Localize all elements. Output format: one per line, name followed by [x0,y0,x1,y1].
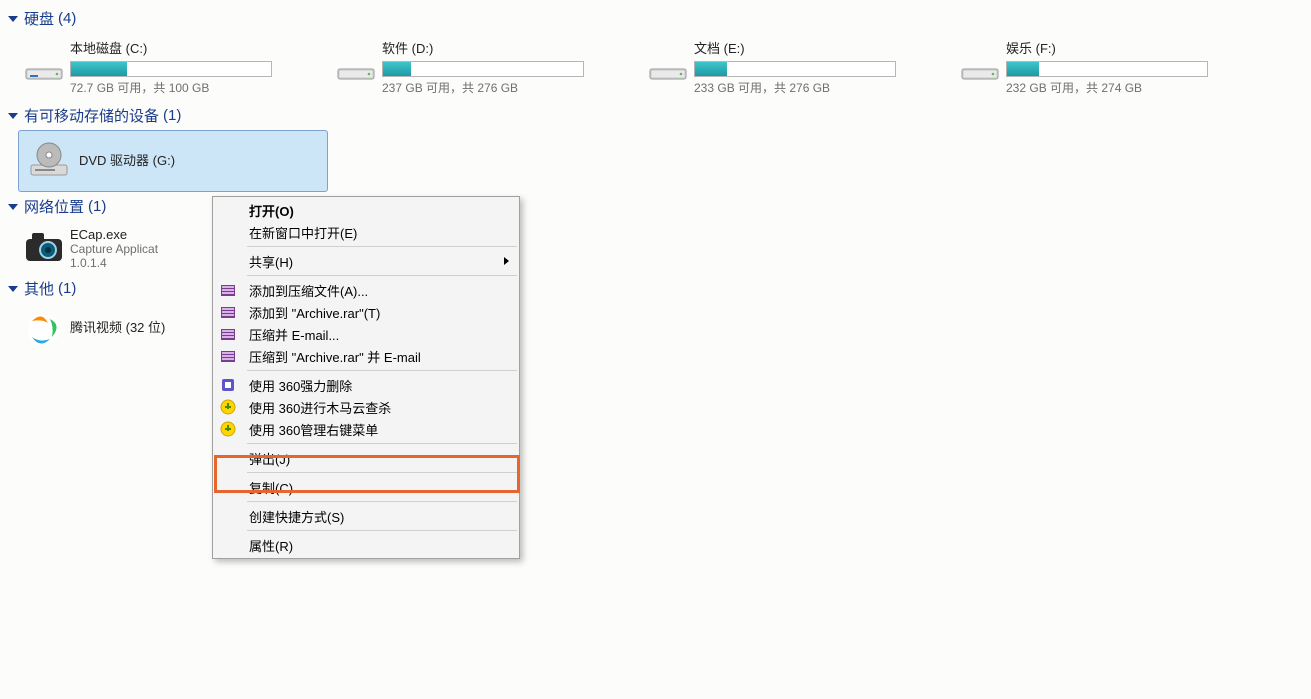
drive-stats: 237 GB 可用，共 276 GB [382,79,584,96]
group-header-network[interactable]: 网络位置 (1) [0,192,1311,221]
network-item-ecap[interactable]: ECap.exe Capture Applicat 1.0.1.4 [0,221,1311,274]
group-count-removable: (1) [163,107,181,124]
menu-copy[interactable]: 复制(C) [213,476,519,498]
group-title-other: 其他 [24,278,54,299]
collapse-arrow-icon [8,16,18,22]
menu-separator [247,501,517,502]
dvd-label: DVD 驱动器 (G:) [79,150,175,169]
group-title-hdd: 硬盘 [24,8,54,29]
collapse-arrow-icon [8,286,18,292]
context-menu: 打开(O) 在新窗口中打开(E) 共享(H) 添加到压缩文件(A)... 添加到… [212,196,520,559]
drive-d[interactable]: 软件 (D:) 237 GB 可用，共 276 GB [330,39,642,95]
tencent-video-icon [18,307,70,351]
menu-rar-archive-email[interactable]: 压缩到 "Archive.rar" 并 E-mail [213,345,519,367]
menu-separator [247,275,517,276]
drive-label: 娱乐 (F:) [1006,38,1208,57]
hdd-icon [18,45,70,89]
drive-f[interactable]: 娱乐 (F:) 232 GB 可用，共 274 GB [954,39,1266,95]
menu-rar-archive[interactable]: 添加到 "Archive.rar"(T) [213,301,519,323]
usage-bar [694,61,896,77]
menu-eject[interactable]: 弹出(J) [213,447,519,469]
app-description: Capture Applicat [70,242,158,256]
drive-stats: 233 GB 可用，共 276 GB [694,79,896,96]
group-count-network: (1) [88,198,106,215]
menu-open-new-window[interactable]: 在新窗口中打开(E) [213,221,519,243]
hdd-icon [954,45,1006,89]
group-title-removable: 有可移动存储的设备 [24,105,159,126]
menu-share-label: 共享(H) [249,252,293,271]
drive-stats: 232 GB 可用，共 274 GB [1006,79,1208,96]
dvd-drive[interactable]: DVD 驱动器 (G:) [18,130,328,192]
camera-icon [18,225,70,269]
menu-rar-add[interactable]: 添加到压缩文件(A)... [213,279,519,301]
collapse-arrow-icon [8,204,18,210]
winrar-icon [219,281,237,299]
app-version: 1.0.1.4 [70,256,158,270]
360-context-icon [219,420,237,438]
group-header-removable[interactable]: 有可移动存储的设备 (1) [0,101,1311,130]
menu-open[interactable]: 打开(O) [213,199,519,221]
hdd-icon [330,45,382,89]
menu-separator [247,472,517,473]
menu-properties[interactable]: 属性(R) [213,534,519,556]
drive-c[interactable]: 本地磁盘 (C:) 72.7 GB 可用，共 100 GB [18,39,330,95]
menu-360-delete[interactable]: 使用 360强力删除 [213,374,519,396]
winrar-icon [219,325,237,343]
group-count-other: (1) [58,280,76,297]
menu-separator [247,530,517,531]
drive-label: 本地磁盘 (C:) [70,38,272,57]
menu-create-shortcut[interactable]: 创建快捷方式(S) [213,505,519,527]
drive-e[interactable]: 文档 (E:) 233 GB 可用，共 276 GB [642,39,954,95]
winrar-icon [219,303,237,321]
other-item-tencent[interactable]: 腾讯视频 (32 位) [0,303,1311,355]
collapse-arrow-icon [8,113,18,119]
group-count-hdd: (4) [58,10,76,27]
submenu-arrow-icon [504,257,509,265]
drive-label: 文档 (E:) [694,38,896,57]
menu-share[interactable]: 共享(H) [213,250,519,272]
menu-360-context[interactable]: 使用 360管理右键菜单 [213,418,519,440]
menu-separator [247,370,517,371]
menu-separator [247,246,517,247]
winrar-icon [219,347,237,365]
menu-rar-email[interactable]: 压缩并 E-mail... [213,323,519,345]
usage-bar [70,61,272,77]
dvd-icon [19,139,79,183]
drive-label: 软件 (D:) [382,38,584,57]
drive-stats: 72.7 GB 可用，共 100 GB [70,79,272,96]
group-header-hdd[interactable]: 硬盘 (4) [0,4,1311,33]
usage-bar [1006,61,1208,77]
360-scan-icon [219,398,237,416]
app-name: ECap.exe [70,227,158,242]
app-name: 腾讯视频 (32 位) [70,317,165,336]
360-delete-icon [219,376,237,394]
menu-360-scan[interactable]: 使用 360进行木马云查杀 [213,396,519,418]
group-title-network: 网络位置 [24,196,84,217]
usage-bar [382,61,584,77]
hdd-icon [642,45,694,89]
group-header-other[interactable]: 其他 (1) [0,274,1311,303]
drives-row: 本地磁盘 (C:) 72.7 GB 可用，共 100 GB 软件 (D:) 23… [0,33,1311,101]
menu-separator [247,443,517,444]
